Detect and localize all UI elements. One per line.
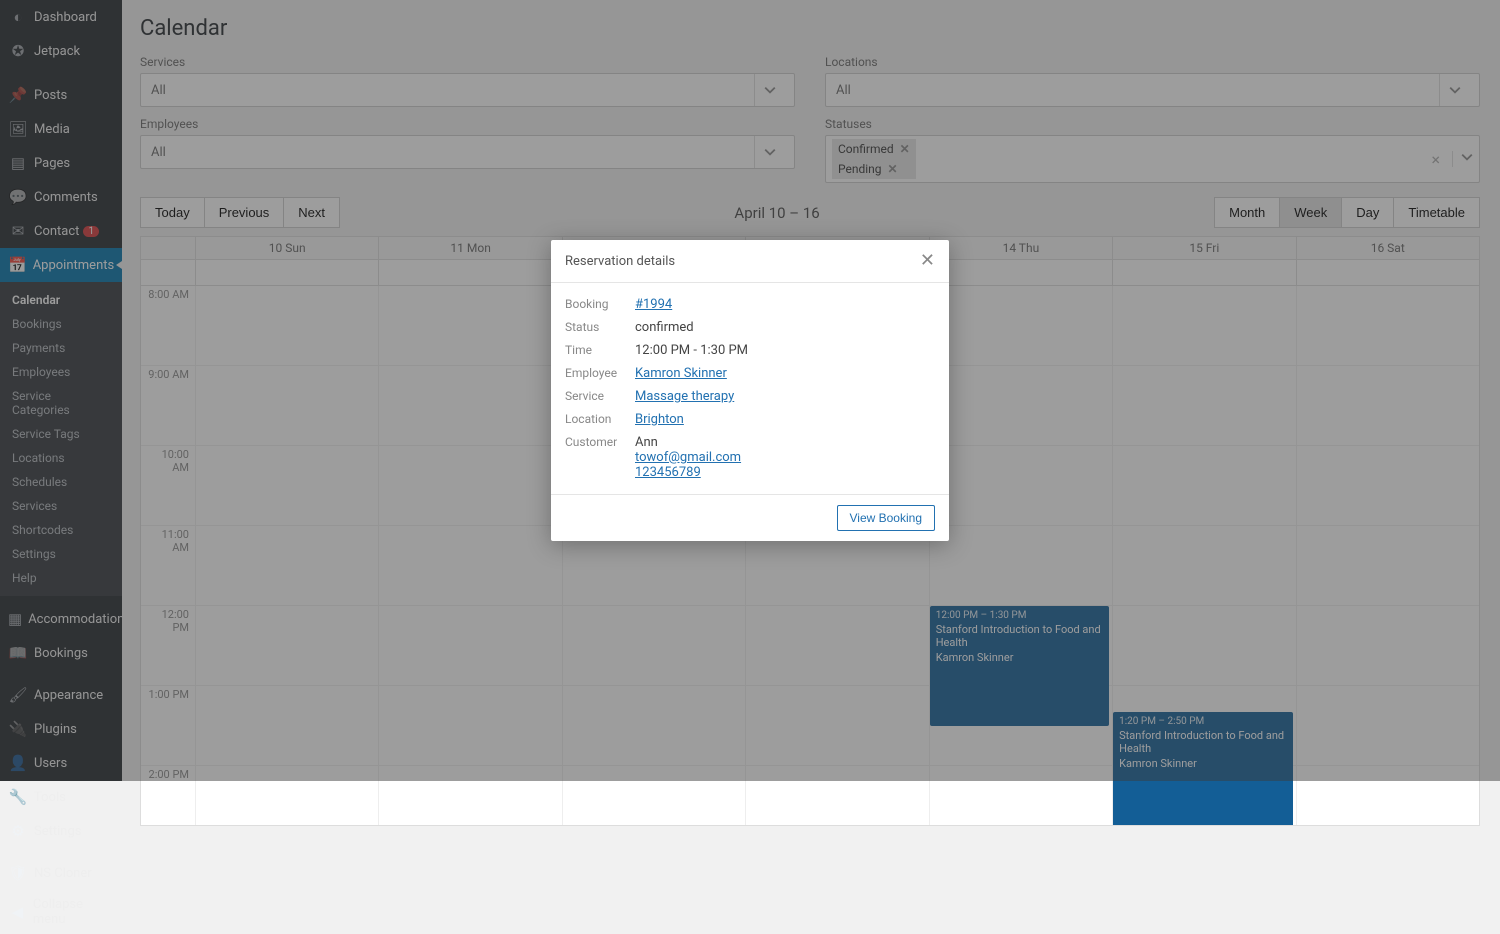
sidebar-item-ns-cloner[interactable]: 🛡 NS Cloner [0, 856, 122, 890]
modal-overlay[interactable]: Reservation details ✕ Booking #1994 Stat… [0, 0, 1500, 781]
menu-icon: ⚙ [8, 821, 28, 841]
sidebar-item-label: Collapse menu [33, 897, 114, 927]
sidebar-item-label: Tools [34, 790, 66, 805]
booking-link[interactable]: #1994 [635, 297, 672, 312]
sidebar-item-label: NS Cloner [34, 866, 92, 881]
sidebar-item-label: Settings [34, 824, 81, 839]
booking-label: Booking [565, 297, 635, 312]
customer-phone[interactable]: 123456789 [635, 465, 701, 480]
location-link[interactable]: Brighton [635, 412, 684, 427]
menu-icon: 🛡 [8, 863, 28, 883]
dialog-title: Reservation details [565, 254, 675, 269]
menu-icon: 🔧 [8, 787, 28, 807]
status-label: Status [565, 320, 635, 335]
view-booking-button[interactable]: View Booking [837, 505, 936, 531]
location-label: Location [565, 412, 635, 427]
service-label: Service [565, 389, 635, 404]
menu-icon: ◀ [8, 902, 27, 922]
status-value: confirmed [635, 320, 694, 335]
reservation-dialog: Reservation details ✕ Booking #1994 Stat… [551, 240, 949, 541]
employee-link[interactable]: Kamron Skinner [635, 366, 727, 381]
service-link[interactable]: Massage therapy [635, 389, 734, 404]
customer-email[interactable]: towof@gmail.com [635, 450, 741, 465]
sidebar-item-collapse-menu[interactable]: ◀ Collapse menu [0, 890, 122, 934]
customer-label: Customer [565, 435, 635, 480]
time-value: 12:00 PM - 1:30 PM [635, 343, 748, 358]
sidebar-item-tools[interactable]: 🔧 Tools [0, 780, 122, 814]
employee-label: Employee [565, 366, 635, 381]
customer-name: Ann [635, 435, 741, 450]
close-icon[interactable]: ✕ [920, 252, 935, 270]
sidebar-item-settings[interactable]: ⚙ Settings [0, 814, 122, 848]
time-label: Time [565, 343, 635, 358]
